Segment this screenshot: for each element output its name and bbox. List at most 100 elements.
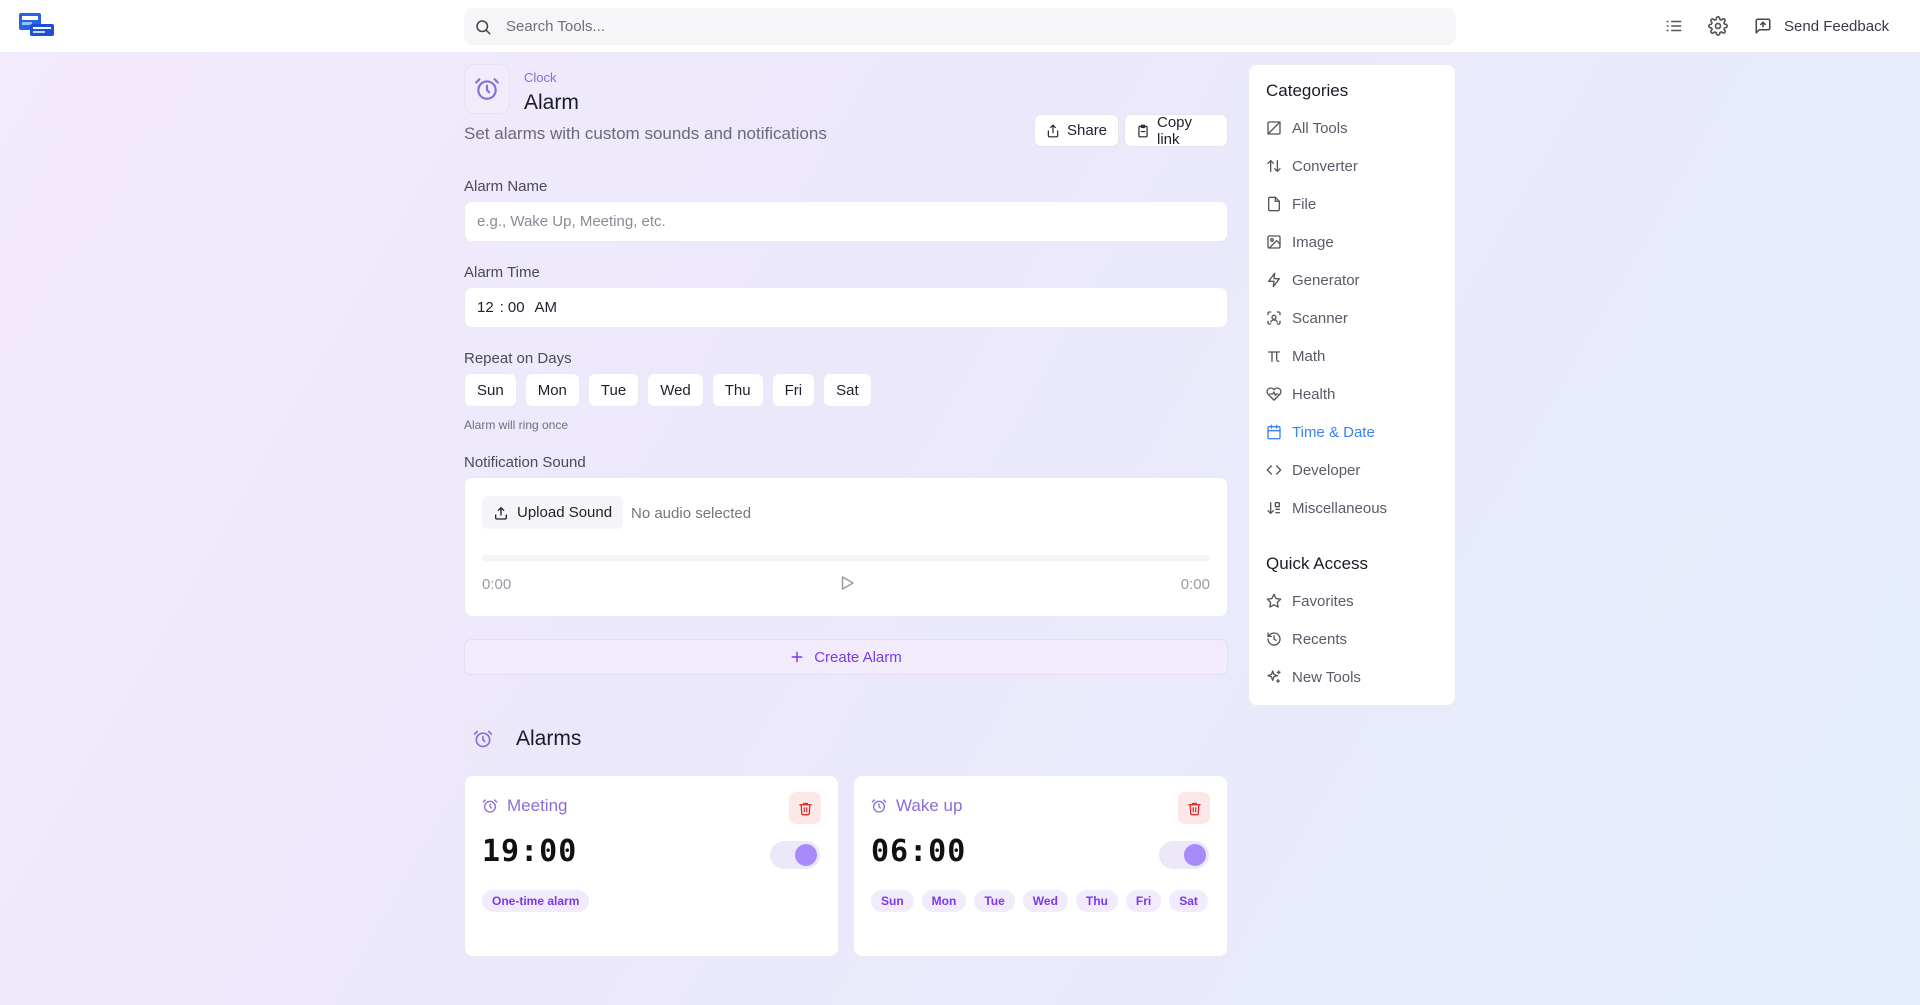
alarm-name-label: Alarm Name (464, 178, 548, 195)
sidebar-item-file[interactable]: File (1266, 192, 1316, 216)
delete-alarm-button[interactable] (789, 792, 821, 824)
copy-link-button[interactable]: Copy link (1124, 113, 1228, 148)
alarm-tag: Fri (1125, 890, 1162, 912)
alarm-time-display: 06:00 (871, 834, 967, 869)
time-minute[interactable]: 00 (508, 299, 525, 316)
alarm-card-name: Meeting (482, 796, 567, 816)
sort-icon (1266, 500, 1292, 516)
clipboard-icon (1136, 124, 1157, 138)
sidebar-item-new-tools[interactable]: New Tools (1266, 665, 1361, 689)
alarm-enable-toggle[interactable] (1159, 841, 1209, 869)
sidebar-item-label: Scanner (1292, 309, 1348, 327)
delete-alarm-button[interactable] (1178, 792, 1210, 824)
search-bar[interactable] (464, 8, 1456, 45)
sidebar-item-miscellaneous[interactable]: Miscellaneous (1266, 496, 1387, 520)
sidebar-item-label: Developer (1292, 461, 1361, 479)
sidebar-item-time-date[interactable]: Time & Date (1266, 420, 1375, 444)
repeat-days-group: Sun Mon Tue Wed Thu Fri Sat (464, 373, 872, 407)
sidebar-item-converter[interactable]: Converter (1266, 154, 1358, 178)
day-toggle-wed[interactable]: Wed (647, 373, 704, 407)
alarm-clock-icon (473, 729, 493, 749)
sidebar-item-math[interactable]: Math (1266, 344, 1325, 368)
upload-icon (493, 505, 517, 521)
alarm-tag: Wed (1022, 890, 1068, 912)
time-period[interactable]: AM (535, 299, 558, 316)
alarm-name-text: Meeting (507, 796, 568, 815)
day-toggle-fri[interactable]: Fri (771, 373, 816, 407)
list-view-button[interactable] (1662, 14, 1686, 38)
top-bar: Send Feedback (0, 0, 1920, 53)
alarm-name-field[interactable] (464, 201, 1228, 242)
day-toggle-sun[interactable]: Sun (464, 373, 517, 407)
pi-icon (1266, 348, 1292, 364)
alarm-tags: One-time alarm (482, 890, 822, 912)
sidebar-item-label: New Tools (1292, 668, 1361, 686)
sidebar-item-developer[interactable]: Developer (1266, 458, 1360, 482)
tool-header-icon (464, 64, 510, 114)
upload-sound-button[interactable]: Upload Sound (482, 496, 624, 529)
day-toggle-mon[interactable]: Mon (524, 373, 580, 407)
feedback-label: Send Feedback (1784, 17, 1890, 35)
sidebar-item-image[interactable]: Image (1266, 230, 1334, 254)
play-button[interactable] (838, 574, 856, 592)
search-input[interactable] (506, 18, 1456, 35)
copy-link-label: Copy link (1157, 113, 1193, 148)
day-toggle-sat[interactable]: Sat (823, 373, 872, 407)
lightning-icon (1266, 272, 1292, 288)
sidebar-item-generator[interactable]: Generator (1266, 268, 1360, 292)
notification-sound-label: Notification Sound (464, 454, 586, 471)
alarm-name-input[interactable] (477, 213, 1227, 230)
day-toggle-thu[interactable]: Thu (711, 373, 764, 407)
sidebar-item-label: Time & Date (1292, 423, 1375, 441)
calendar-icon (1266, 424, 1292, 440)
create-alarm-label: Create Alarm (814, 648, 902, 666)
scanner-icon (1266, 310, 1292, 326)
all-tools-icon (1266, 120, 1292, 136)
alarm-time-display: 19:00 (482, 834, 578, 869)
day-toggle-tue[interactable]: Tue (587, 373, 640, 407)
sidebar-item-favorites[interactable]: Favorites (1266, 589, 1354, 613)
categories-sidebar: Categories All Tools Converter File Imag… (1248, 64, 1456, 706)
upload-sound-label: Upload Sound (517, 504, 613, 521)
app-logo[interactable] (18, 12, 56, 38)
alarm-time-label: Alarm Time (464, 264, 540, 281)
sidebar-item-label: Miscellaneous (1292, 499, 1388, 517)
sidebar-item-recents[interactable]: Recents (1266, 627, 1347, 651)
alarm-time-field[interactable]: 12 : 00 AM (464, 287, 1228, 328)
play-icon (838, 574, 856, 592)
audio-current-time: 0:00 (482, 576, 512, 593)
alarm-name-text: Wake up (896, 796, 963, 815)
send-feedback-button[interactable]: Send Feedback (1754, 13, 1889, 39)
star-icon (1266, 593, 1292, 609)
alarm-tag: Tue (974, 890, 1015, 912)
sidebar-item-label: Favorites (1292, 592, 1354, 610)
alarm-tag: Mon (921, 890, 967, 912)
history-icon (1266, 631, 1292, 647)
sidebar-item-scanner[interactable]: Scanner (1266, 306, 1348, 330)
toggle-knob (1184, 844, 1206, 866)
code-icon (1266, 462, 1292, 478)
sidebar-item-label: Generator (1292, 271, 1360, 289)
converter-icon (1266, 158, 1292, 174)
repeat-hint: Alarm will ring once (464, 418, 569, 432)
alarm-clock-icon (482, 798, 507, 814)
sidebar-item-health[interactable]: Health (1266, 382, 1335, 406)
audio-progress-bar[interactable] (482, 555, 1210, 561)
settings-button[interactable] (1706, 14, 1730, 38)
sidebar-item-all-tools[interactable]: All Tools (1266, 116, 1348, 140)
create-alarm-button[interactable]: Create Alarm (464, 639, 1228, 675)
sound-panel: Upload Sound No audio selected 0:00 0:00 (464, 477, 1228, 617)
alarm-enable-toggle[interactable] (770, 841, 820, 869)
breadcrumb[interactable]: Clock (524, 70, 557, 85)
trash-icon (798, 801, 813, 816)
file-icon (1266, 196, 1292, 212)
time-hour[interactable]: 12 (477, 299, 494, 316)
heart-icon (1266, 386, 1292, 402)
toggle-knob (795, 844, 817, 866)
alarm-tag: Sun (871, 890, 914, 912)
share-button[interactable]: Share (1034, 114, 1120, 147)
sparkle-icon (1266, 669, 1292, 685)
alarm-tag: Sat (1169, 890, 1208, 912)
quick-access-heading: Quick Access (1266, 554, 1369, 573)
alarm-clock-icon (474, 76, 500, 102)
